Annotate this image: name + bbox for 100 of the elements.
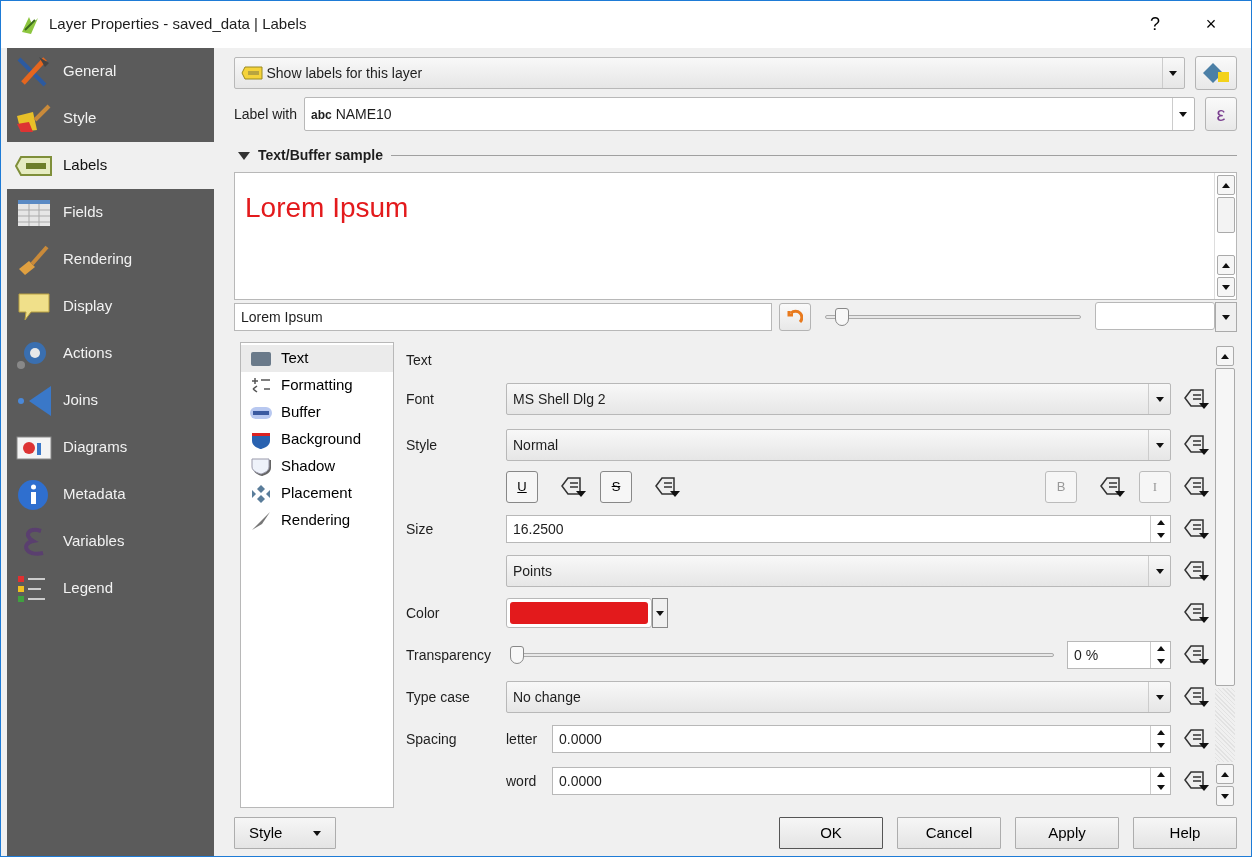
field-label: Transparency [406, 645, 493, 665]
slider-handle[interactable] [509, 646, 524, 664]
dropdown-value: Points [513, 561, 553, 581]
caret-icon [656, 610, 664, 616]
caret-icon [313, 830, 321, 836]
scrollbar-thumb[interactable] [1215, 368, 1235, 686]
number-field[interactable]: 16.2500 [506, 515, 1171, 543]
field-label: Spacing [406, 729, 458, 749]
sidebar-item[interactable]: Fields [7, 189, 214, 236]
format-button[interactable]: S [600, 471, 632, 503]
data-defined-icon [1181, 643, 1211, 667]
text-sample-icon [249, 349, 273, 368]
dropdown-value: Show labels for this layer [266, 63, 424, 83]
dialog-button[interactable]: OK [779, 817, 883, 849]
reset-button[interactable] [779, 303, 811, 331]
format-button[interactable]: U [506, 471, 538, 503]
slider-handle[interactable] [834, 308, 849, 326]
number-field[interactable]: 0 % [1067, 641, 1171, 669]
dropdown-value: No change [513, 687, 582, 707]
scrollbar-thumb[interactable] [1216, 197, 1235, 233]
data-defined-icon [1181, 433, 1211, 457]
caret-icon [1155, 396, 1164, 402]
subnav-item[interactable]: Text [241, 345, 393, 372]
data-defined-icon [1181, 387, 1211, 411]
label-tag-icon [241, 66, 263, 80]
background-shield-icon [249, 430, 273, 449]
sidebar-item[interactable]: Legend [7, 565, 214, 612]
help-button[interactable]: ? [1127, 11, 1183, 38]
dropdown-value: NAME10 [335, 105, 392, 122]
show-labels-dropdown[interactable]: Show labels for this layer [234, 57, 1185, 89]
rule-based-button[interactable] [1195, 56, 1237, 90]
group-heading: Text/Buffer sample [258, 146, 383, 165]
color-button[interactable] [506, 598, 668, 628]
type-tag: abc [311, 107, 332, 122]
dropdown[interactable]: Points [506, 555, 1171, 587]
sidebar-item[interactable]: Diagrams [7, 424, 214, 471]
collapse-icon[interactable] [238, 151, 250, 160]
data-defined-icon [1097, 475, 1127, 499]
sidebar-item[interactable]: General [7, 48, 214, 95]
caret-icon [1179, 111, 1187, 117]
subnav-item[interactable]: Buffer [241, 399, 393, 426]
sidebar-item[interactable]: Metadata [7, 471, 214, 518]
dialog-button[interactable]: Cancel [897, 817, 1001, 849]
scroll-up-button[interactable] [1216, 346, 1234, 366]
expression-button[interactable]: ε [1205, 97, 1237, 131]
scroll-up-button[interactable] [1216, 764, 1234, 784]
sidebar-item[interactable]: Actions [7, 330, 214, 377]
data-defined-icon [1181, 685, 1211, 709]
transparency-slider[interactable] [509, 645, 1054, 665]
subnav-item[interactable]: Rendering [241, 507, 393, 534]
label-field-dropdown[interactable]: abc NAME10 [304, 97, 1195, 131]
field-label: Font [406, 389, 435, 409]
scroll-up-button[interactable] [1216, 175, 1235, 195]
window-title: Layer Properties - saved_data | Labels [49, 14, 307, 35]
preview-text: Lorem Ipsum [245, 192, 409, 223]
data-defined-icon [558, 475, 588, 499]
subnav-item[interactable]: Formatting [241, 372, 393, 399]
dropdown-value: MS Shell Dlg 2 [513, 389, 607, 409]
sidebar-item[interactable]: Style [7, 95, 214, 142]
arrow-icon [15, 383, 53, 418]
sidebar-item[interactable]: Variables [7, 518, 214, 565]
caret-icon [1155, 694, 1164, 700]
subnav-item[interactable]: Shadow [241, 453, 393, 480]
dialog-button[interactable]: Apply [1015, 817, 1119, 849]
number-field[interactable]: 0.0000 [552, 725, 1171, 753]
data-defined-icon [1181, 727, 1211, 751]
data-defined-icon [1181, 601, 1211, 625]
undo-arrow-icon [787, 309, 803, 325]
data-defined-icon [1181, 559, 1211, 583]
dropdown[interactable]: No change [506, 681, 1171, 713]
formatting-icon [249, 376, 273, 395]
field-sublabel: word [506, 771, 538, 791]
sample-text-field[interactable]: Lorem Ipsum [234, 303, 772, 331]
scroll-down-button[interactable] [1216, 277, 1235, 297]
field-label: Type case [406, 687, 471, 707]
background-color-dropdown[interactable] [1095, 302, 1237, 332]
sidebar-item[interactable]: Rendering [7, 236, 214, 283]
dropdown[interactable]: Normal [506, 429, 1171, 461]
data-defined-icon [1181, 517, 1211, 541]
number-field[interactable]: 0.0000 [552, 767, 1171, 795]
placement-icon [249, 484, 273, 503]
sidebar-item[interactable]: Joins [7, 377, 214, 424]
subnav-item[interactable]: Placement [241, 480, 393, 507]
zoom-slider[interactable] [825, 307, 1081, 327]
scroll-up-button[interactable] [1216, 255, 1235, 275]
caret-icon [1155, 442, 1164, 448]
shadow-shield-icon [249, 457, 273, 476]
sidebar-item[interactable]: Labels [7, 142, 214, 189]
close-button[interactable]: × [1183, 11, 1239, 38]
data-defined-icon [1181, 769, 1211, 793]
data-defined-icon [652, 475, 682, 499]
sidebar-item[interactable]: Display [7, 283, 214, 330]
dialog-button[interactable]: Help [1133, 817, 1237, 849]
style-menu-button[interactable]: Style [234, 817, 336, 849]
diamond-puzzle-icon [1201, 61, 1231, 85]
scroll-down-button[interactable] [1216, 786, 1234, 806]
field-label: Style [406, 435, 439, 455]
subnav-item[interactable]: Background [241, 426, 393, 453]
data-defined-icon [1181, 475, 1211, 499]
dropdown[interactable]: MS Shell Dlg 2 [506, 383, 1171, 415]
